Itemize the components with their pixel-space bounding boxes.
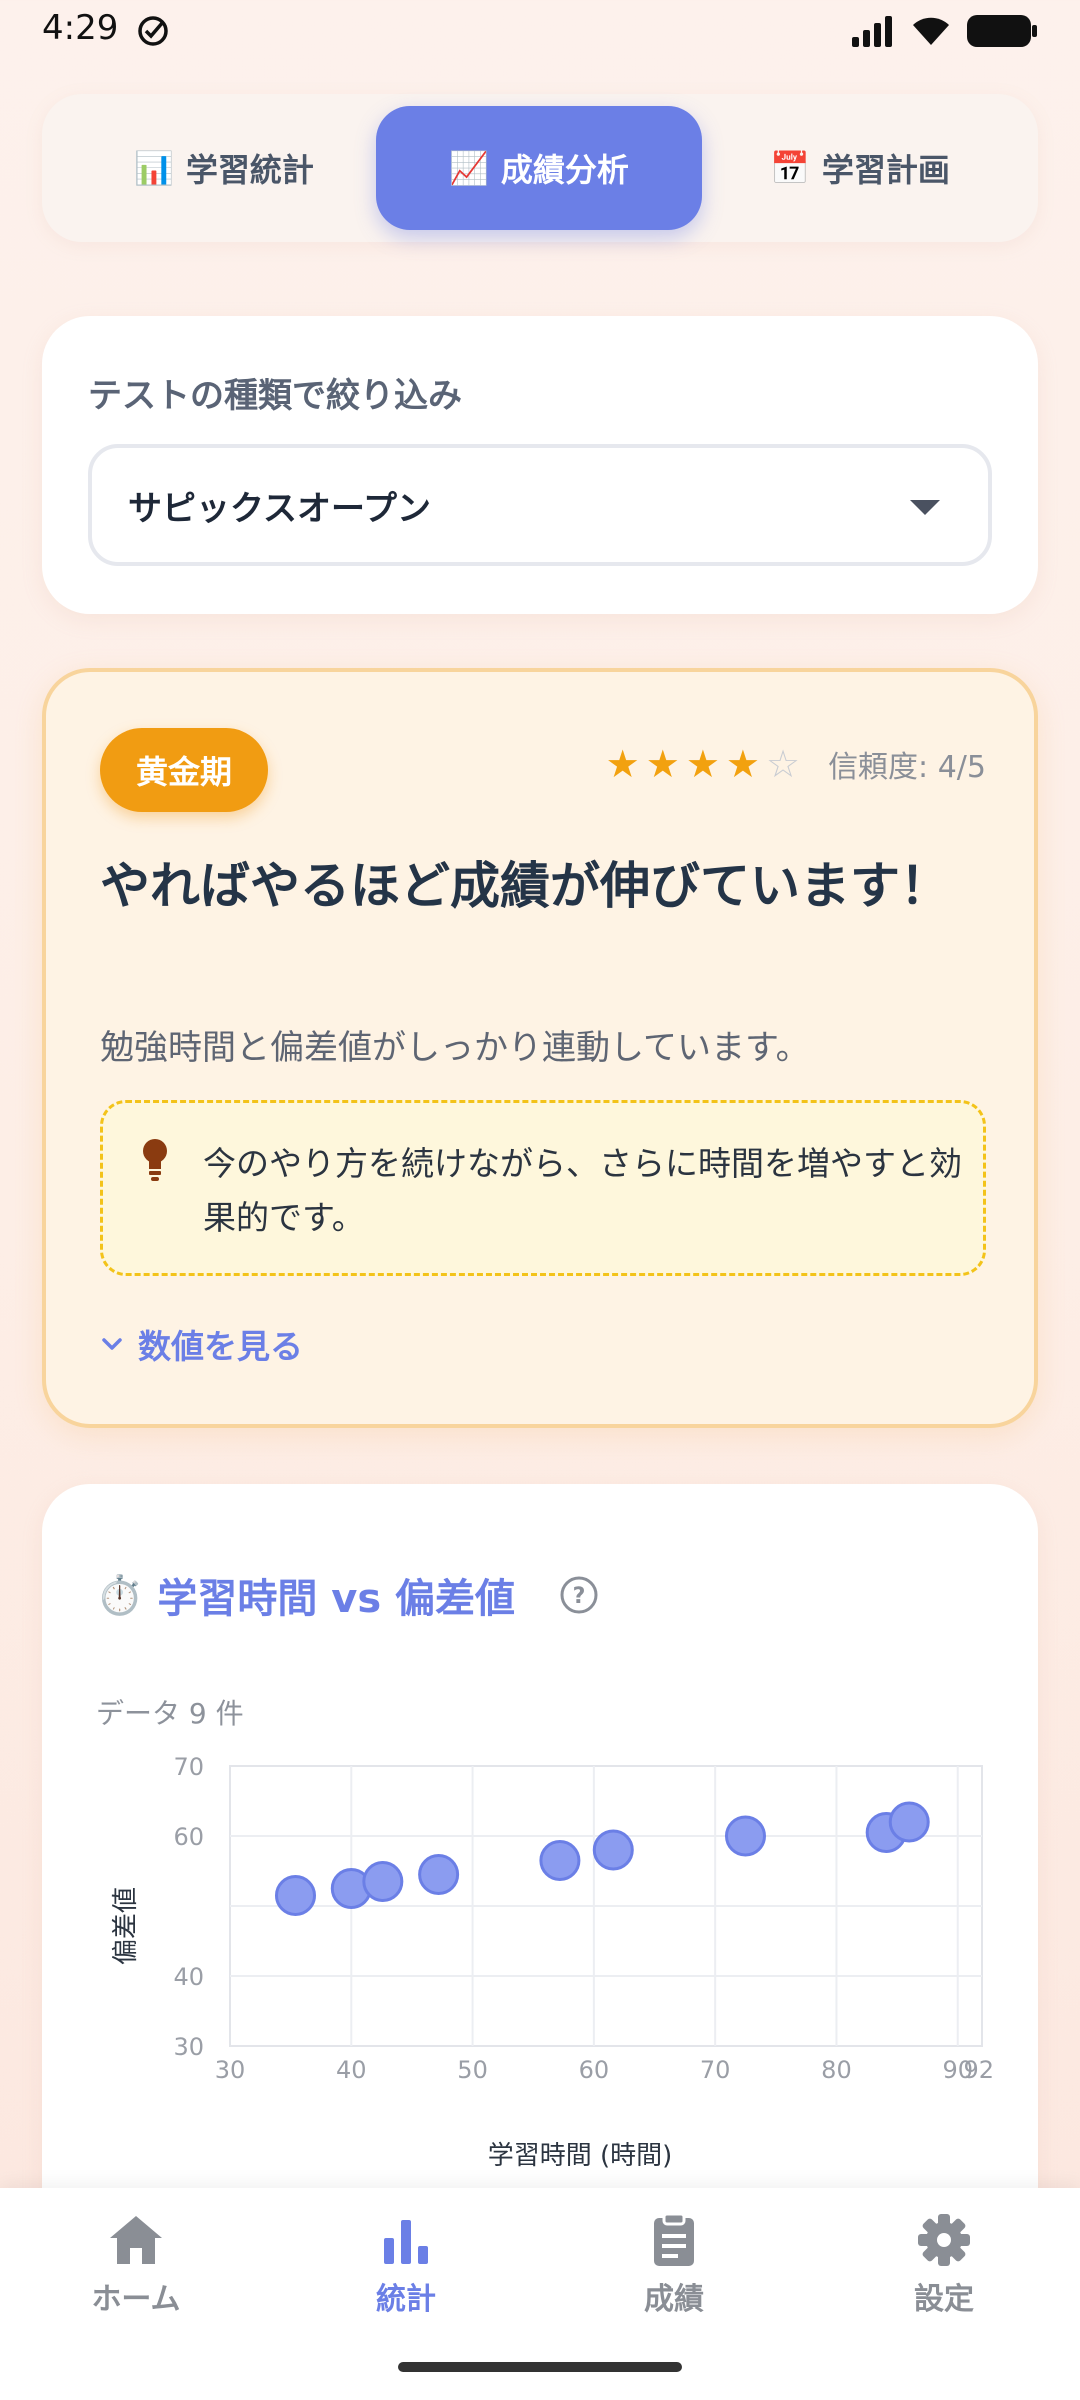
x-tick-label: 40 bbox=[336, 2056, 367, 2084]
insight-card: 黄金期 ★ ★ ★ ★ ☆ 信頼度: 4/5 やればやるほど成績が伸びています！… bbox=[42, 668, 1038, 1428]
tab-label: 学習計画 bbox=[821, 151, 950, 189]
nav-item-grades[interactable]: 成績 bbox=[594, 2212, 754, 2318]
tab-label: 成績分析 bbox=[500, 151, 629, 189]
tab-label: 学習統計 bbox=[185, 151, 314, 189]
y-tick-label: 60 bbox=[173, 1823, 204, 1851]
bar-chart-icon bbox=[384, 2220, 428, 2264]
nav-item-settings[interactable]: 設定 bbox=[864, 2212, 1024, 2318]
x-tick-label: 50 bbox=[457, 2056, 488, 2084]
nav-label: ホーム bbox=[91, 2282, 181, 2317]
x-tick-label: 92 bbox=[963, 2056, 994, 2084]
nav-item-stats[interactable]: 統計 bbox=[326, 2212, 486, 2318]
y-axis-label: 偏差値 bbox=[111, 1887, 141, 1965]
x-tick-label: 80 bbox=[821, 2056, 852, 2084]
x-tick-label: 60 bbox=[579, 2056, 610, 2084]
data-point bbox=[539, 1840, 581, 1881]
data-point bbox=[418, 1854, 460, 1895]
status-time: 4:29 bbox=[42, 8, 119, 48]
signal-icon bbox=[852, 16, 892, 47]
home-icon bbox=[110, 2216, 162, 2264]
confidence-rating: ★ ★ ★ ★ ☆ 信頼度: 4/5 bbox=[606, 742, 986, 786]
filter-label: テストの種類で絞り込み bbox=[88, 376, 462, 416]
x-tick-label: 70 bbox=[700, 2056, 731, 2084]
status-badge: 黄金期 bbox=[100, 728, 269, 812]
chevron-down-icon bbox=[102, 1338, 122, 1350]
data-point bbox=[724, 1815, 766, 1857]
star-filled-icon: ★ bbox=[645, 742, 680, 786]
tab-study-plan[interactable]: 📅 学習計画 bbox=[702, 106, 1018, 230]
x-tick-label: 30 bbox=[215, 2056, 246, 2084]
nav-label: 成績 bbox=[644, 2282, 704, 2317]
battery-icon bbox=[967, 15, 1037, 47]
x-axis-label: 学習時間 (時間) bbox=[488, 2141, 673, 2171]
star-filled-icon: ★ bbox=[725, 742, 760, 786]
chart-title: 学習時間 vs 偏差値 bbox=[157, 1576, 516, 1622]
data-point bbox=[888, 1801, 930, 1843]
y-tick-label: 40 bbox=[173, 1963, 204, 1991]
tab-study-stats[interactable]: 📊 学習統計 bbox=[66, 106, 382, 230]
chart-header: ⏱️ 学習時間 vs 偏差値 ? bbox=[96, 1566, 599, 1624]
data-point bbox=[362, 1861, 404, 1902]
bar-chart-emoji-icon: 📊 bbox=[134, 149, 174, 187]
data-count: データ 9 件 bbox=[96, 1697, 244, 1730]
y-tick-label: 70 bbox=[173, 1753, 204, 1781]
tab-bar: 📊 学習統計 📈 成績分析 📅 学習計画 bbox=[42, 94, 1038, 242]
star-empty-icon: ☆ bbox=[765, 742, 801, 786]
nav-label: 統計 bbox=[376, 2282, 436, 2317]
insight-title: やればやるほど成績が伸びています！ bbox=[100, 857, 950, 915]
tip-box: 今のやり方を続けながら、さらに時間を増やすと効果的です。 bbox=[100, 1100, 986, 1276]
insight-description: 勉強時間と偏差値がしっかり連動しています。 bbox=[100, 1028, 810, 1068]
home-indicator bbox=[398, 2362, 682, 2372]
test-type-select[interactable]: サピックスオープン bbox=[88, 444, 992, 566]
confidence-text: 信頼度: 4/5 bbox=[828, 750, 986, 785]
help-icon[interactable]: ? bbox=[559, 1575, 599, 1615]
svg-text:?: ? bbox=[573, 1584, 586, 1609]
toggle-label: 数値を見る bbox=[138, 1327, 303, 1366]
clipboard-icon bbox=[654, 2212, 694, 2266]
trend-up-emoji-icon: 📈 bbox=[449, 149, 489, 187]
data-point bbox=[592, 1829, 634, 1871]
gear-icon bbox=[918, 2214, 970, 2266]
calendar-emoji-icon: 📅 bbox=[770, 149, 810, 187]
y-tick-label: 30 bbox=[173, 2033, 204, 2061]
tab-grade-analysis[interactable]: 📈 成績分析 bbox=[376, 106, 702, 230]
star-filled-icon: ★ bbox=[605, 742, 640, 786]
data-point bbox=[274, 1875, 316, 1916]
chevron-down-icon bbox=[910, 500, 940, 515]
star-filled-icon: ★ bbox=[685, 742, 720, 786]
lightbulb-icon bbox=[143, 1139, 167, 1181]
nav-item-home[interactable]: ホーム bbox=[56, 2212, 216, 2318]
select-value: サピックスオープン bbox=[128, 488, 431, 529]
check-circle-icon bbox=[138, 16, 168, 46]
stopwatch-emoji-icon: ⏱️ bbox=[96, 1572, 144, 1617]
show-values-toggle[interactable]: 数値を見る bbox=[100, 1320, 303, 1368]
tip-text: 今のやり方を続けながら、さらに時間を増やすと効果的です。 bbox=[203, 1144, 962, 1237]
status-bar: 4:29 bbox=[0, 0, 1080, 62]
scatter-chart: 3040607030 40 50 60 70 80 9092偏差値学習時間 (時間) bbox=[111, 1753, 994, 2171]
nav-label: 設定 bbox=[914, 2282, 974, 2317]
filter-card: テストの種類で絞り込み サピックスオープン bbox=[42, 316, 1038, 614]
wifi-icon bbox=[913, 17, 949, 45]
